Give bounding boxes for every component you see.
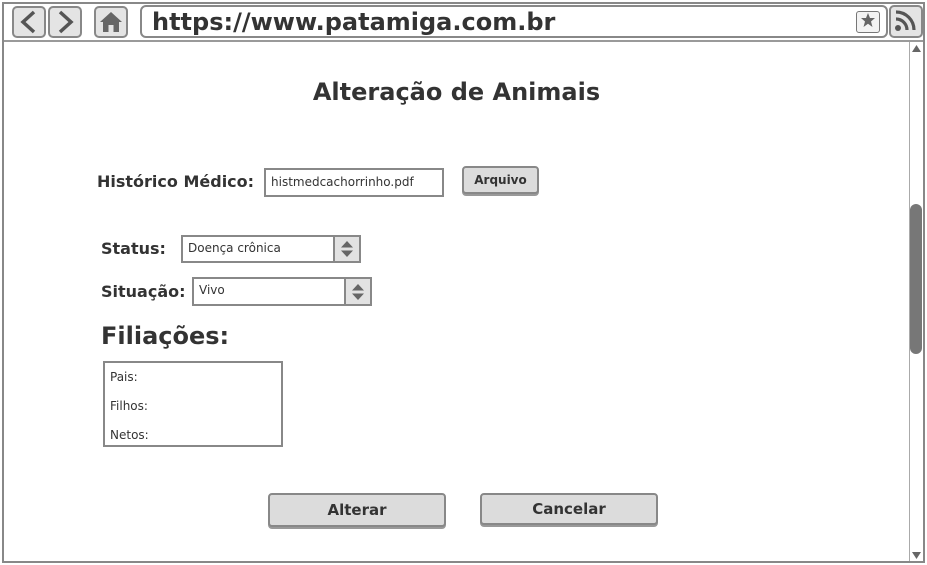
url-text: https://www.patamiga.com.br — [152, 8, 556, 36]
bookmark-button[interactable] — [856, 11, 880, 33]
address-bar[interactable]: https://www.patamiga.com.br — [140, 5, 888, 38]
star-icon — [860, 12, 876, 32]
status-select[interactable]: Doença crônica — [181, 235, 361, 263]
historico-medico-label: Histórico Médico: — [97, 172, 255, 191]
status-selected-value: Doença crônica — [188, 241, 281, 255]
back-button[interactable] — [12, 6, 46, 38]
browser-toolbar: https://www.patamiga.com.br — [4, 4, 923, 42]
list-item-pais: Pais: — [110, 370, 138, 384]
scrollbar-thumb[interactable] — [910, 204, 922, 354]
alterar-button[interactable]: Alterar — [268, 493, 446, 527]
arquivo-button[interactable]: Arquivo — [462, 166, 539, 194]
cancelar-button[interactable]: Cancelar — [480, 493, 658, 525]
page-title: Alteração de Animais — [312, 78, 601, 106]
filiacoes-list[interactable]: Pais: Filhos: Netos: — [103, 361, 283, 447]
filiacoes-title: Filiações: — [101, 322, 230, 350]
rss-icon — [893, 7, 919, 37]
forward-icon — [55, 10, 75, 34]
situacao-updown-icon[interactable] — [344, 279, 370, 304]
home-icon — [99, 10, 123, 34]
status-label: Status: — [101, 239, 166, 258]
list-item-filhos: Filhos: — [110, 399, 148, 413]
situacao-label: Situação: — [101, 282, 186, 301]
home-button[interactable] — [94, 6, 128, 38]
scroll-down-arrow-icon[interactable] — [910, 549, 923, 561]
vertical-scrollbar[interactable] — [909, 42, 923, 561]
historico-medico-field[interactable]: histmedcachorrinho.pdf — [264, 168, 444, 197]
forward-button[interactable] — [48, 6, 82, 38]
status-updown-icon[interactable] — [333, 237, 359, 261]
situacao-selected-value: Vivo — [199, 283, 225, 297]
situacao-select[interactable]: Vivo — [192, 277, 372, 306]
list-item-netos: Netos: — [110, 428, 149, 442]
rss-button[interactable] — [889, 5, 923, 38]
browser-window: https://www.patamiga.com.br Alteração de… — [2, 2, 925, 563]
scroll-up-arrow-icon[interactable] — [910, 42, 923, 54]
back-icon — [19, 10, 39, 34]
